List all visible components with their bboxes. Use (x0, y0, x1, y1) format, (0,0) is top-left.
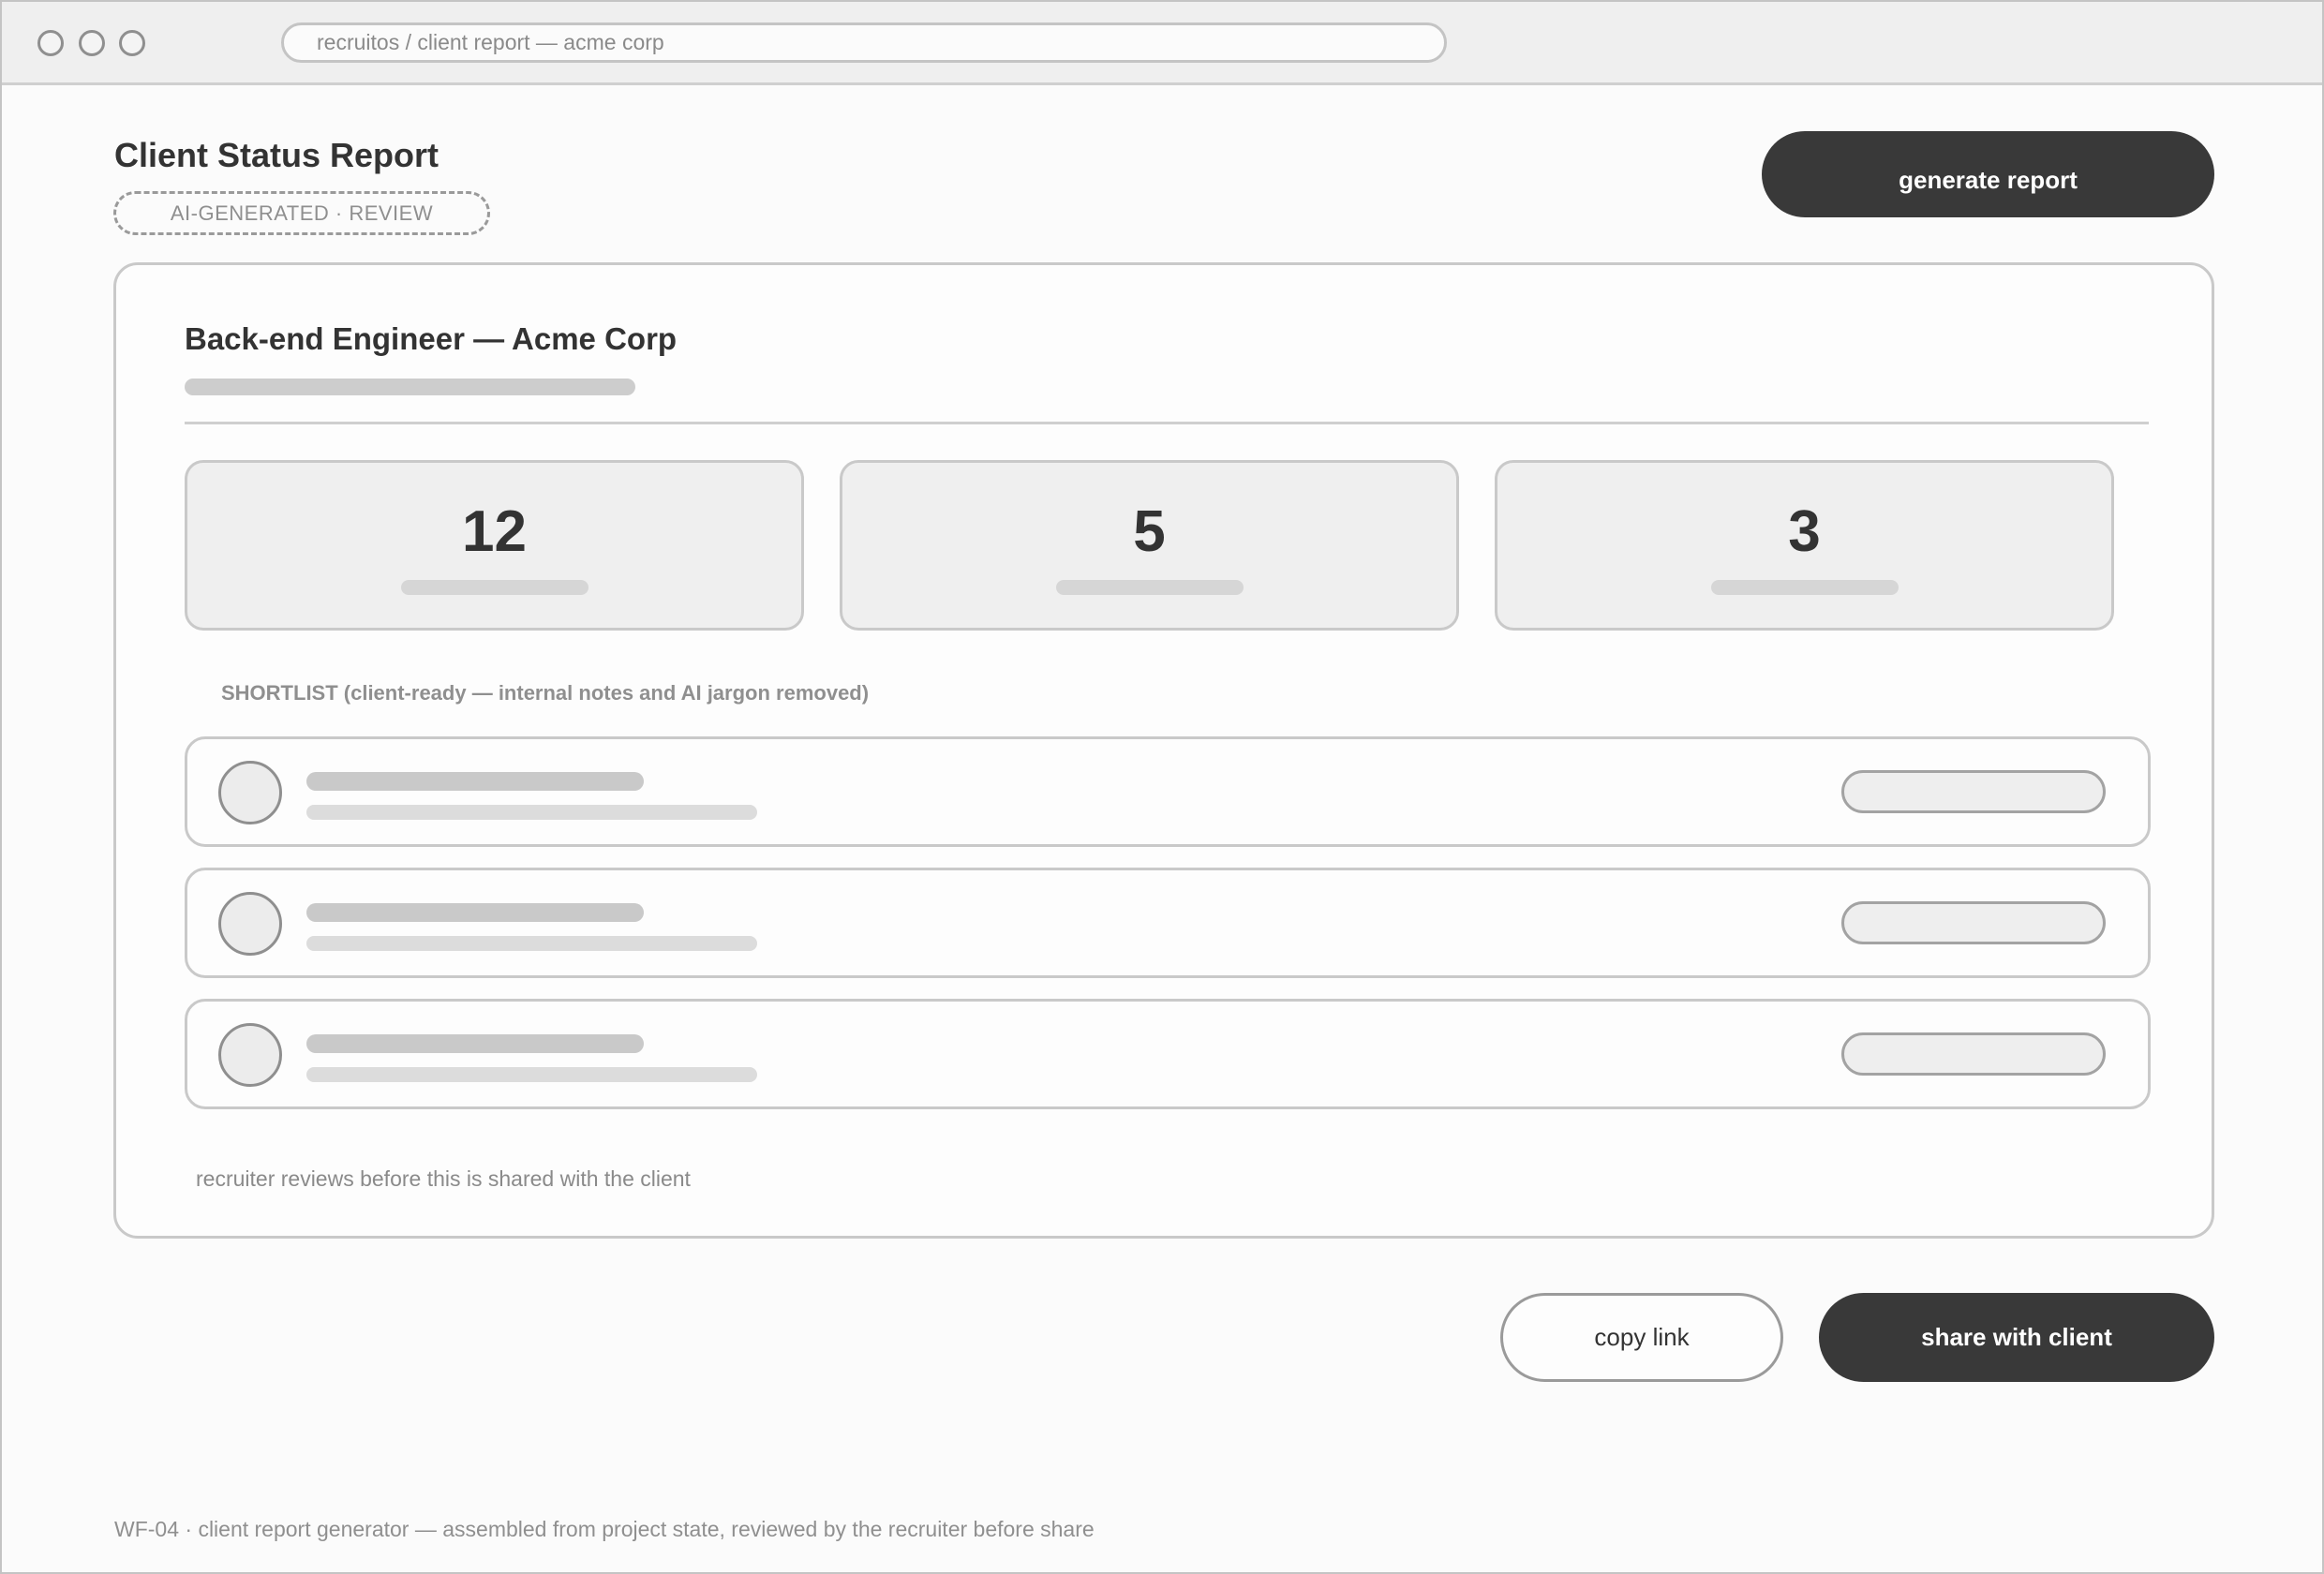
window-minimize-icon[interactable] (79, 30, 105, 56)
status-pill[interactable] (1841, 901, 2106, 944)
ai-generated-badge: AI-GENERATED · REVIEW (113, 191, 490, 235)
stat-value: 3 (1788, 499, 1821, 564)
stat-label-placeholder (1711, 580, 1899, 595)
address-bar[interactable]: recruitos / client report — acme corp (281, 22, 1447, 63)
stat-card: 5 (840, 460, 1459, 631)
stat-value: 5 (1133, 499, 1166, 564)
window-maximize-icon[interactable] (119, 30, 145, 56)
review-note: recruiter reviews before this is shared … (196, 1166, 691, 1191)
page-title: Client Status Report (114, 136, 439, 174)
avatar (218, 892, 282, 956)
browser-titlebar: recruitos / client report — acme corp (2, 2, 2322, 85)
stat-label-placeholder (401, 580, 588, 595)
footer-caption: WF-04 · client report generator — assemb… (114, 1517, 1095, 1541)
report-card: Back-end Engineer — Acme Corp 12 5 3 SHO… (113, 262, 2214, 1239)
divider (185, 422, 2149, 424)
candidate-name-placeholder (306, 903, 644, 922)
status-pill[interactable] (1841, 770, 2106, 813)
copy-link-button[interactable]: copy link (1500, 1293, 1783, 1382)
candidate-name-placeholder (306, 1034, 644, 1053)
candidate-row[interactable] (185, 999, 2151, 1109)
app-window: recruitos / client report — acme corp Cl… (0, 0, 2324, 1574)
stat-card: 3 (1495, 460, 2114, 631)
stat-card: 12 (185, 460, 804, 631)
candidate-detail-placeholder (306, 1067, 757, 1082)
share-with-client-button[interactable]: share with client (1819, 1293, 2214, 1382)
candidate-row[interactable] (185, 736, 2151, 847)
avatar (218, 1023, 282, 1087)
subtitle-placeholder (185, 379, 635, 395)
stat-value: 12 (462, 499, 527, 564)
candidate-detail-placeholder (306, 936, 757, 951)
window-close-icon[interactable] (37, 30, 64, 56)
candidate-name-placeholder (306, 772, 644, 791)
avatar (218, 761, 282, 824)
stat-label-placeholder (1056, 580, 1244, 595)
candidate-row[interactable] (185, 868, 2151, 978)
status-pill[interactable] (1841, 1032, 2106, 1076)
shortlist-label: SHORTLIST (client-ready — internal notes… (221, 681, 870, 705)
job-title: Back-end Engineer — Acme Corp (185, 321, 678, 356)
generate-report-button[interactable]: generate report (1762, 131, 2214, 217)
candidate-detail-placeholder (306, 805, 757, 820)
